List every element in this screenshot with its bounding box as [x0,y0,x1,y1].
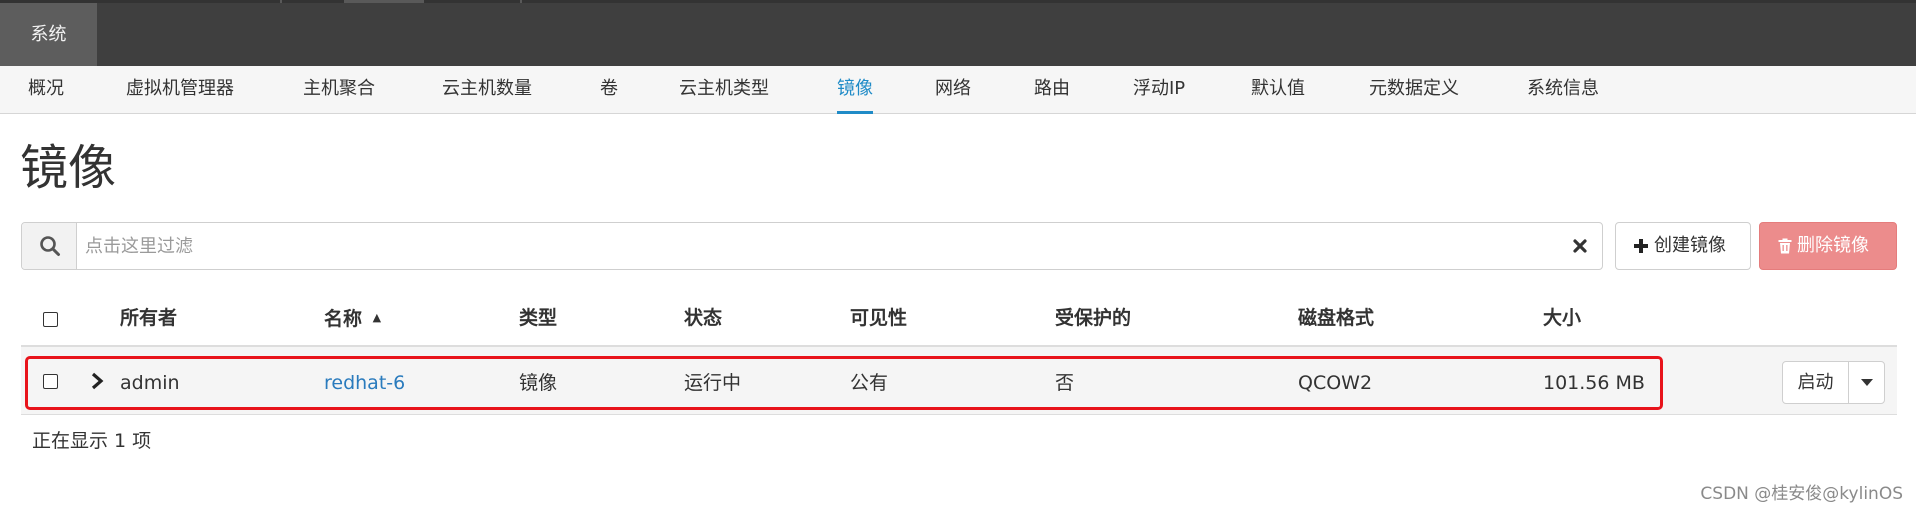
caret-down-icon [1861,379,1873,386]
top-strip-separator [520,0,522,3]
create-image-button[interactable]: 创建镜像 [1615,222,1751,270]
page-title: 镜像 [20,140,117,196]
column-header-size[interactable]: 大小 [1543,306,1581,330]
filter-input[interactable] [85,231,1545,261]
search-addon[interactable] [22,223,77,269]
subnav-floating-ips[interactable]: 浮动IP [1133,66,1185,114]
clear-icon[interactable] [1568,234,1592,258]
plus-icon [1634,239,1648,253]
column-header-type[interactable]: 类型 [519,306,557,330]
filter-bar [21,222,1603,270]
trash-icon [1778,238,1792,254]
subnav-hypervisors[interactable]: 虚拟机管理器 [126,66,234,114]
delete-images-label: 删除镜像 [1797,235,1869,256]
subnav-metadata-definitions[interactable]: 元数据定义 [1369,66,1459,114]
subnav-defaults[interactable]: 默认值 [1251,66,1305,114]
column-header-name[interactable]: 名称 ▲ [324,306,381,331]
top-strip-separator [280,0,282,3]
search-icon [40,236,60,256]
sort-ascending-icon: ▲ [372,311,382,324]
column-header-visibility[interactable]: 可见性 [850,306,907,330]
subnav-images[interactable]: 镜像 [837,66,873,114]
column-header-disk-format[interactable]: 磁盘格式 [1298,306,1374,330]
column-header-owner[interactable]: 所有者 [120,306,177,330]
top-navigation-bar: 系统 [0,0,1916,66]
select-all-checkbox[interactable] [43,312,58,327]
subnav-routers[interactable]: 路由 [1034,66,1070,114]
launch-button[interactable]: 启动 [1782,361,1849,404]
sub-navigation: 概况 虚拟机管理器 主机聚合 云主机数量 卷 云主机类型 镜像 网络 路由 浮动… [0,66,1916,114]
row-actions-dropdown[interactable] [1848,361,1885,404]
subnav-networks[interactable]: 网络 [935,66,971,114]
column-header-protected[interactable]: 受保护的 [1055,306,1131,330]
top-strip-active-segment [344,0,424,3]
subnav-volumes[interactable]: 卷 [600,66,618,114]
subnav-system-info[interactable]: 系统信息 [1527,66,1599,114]
column-header-name-label: 名称 [324,308,363,330]
subnav-flavors[interactable]: 云主机类型 [679,66,769,114]
item-count: 正在显示 1 项 [32,430,152,452]
subnav-overview[interactable]: 概况 [28,66,64,114]
subnav-host-aggregates[interactable]: 主机聚合 [303,66,375,114]
create-image-label: 创建镜像 [1654,235,1726,256]
delete-images-button[interactable]: 删除镜像 [1759,222,1897,270]
subnav-instances[interactable]: 云主机数量 [442,66,532,114]
column-header-status[interactable]: 状态 [684,306,722,330]
watermark: CSDN @桂安俊@kylinOS [1700,484,1903,504]
red-highlight-box [25,356,1663,410]
top-strip [0,0,1916,3]
tab-system[interactable]: 系统 [0,3,97,66]
